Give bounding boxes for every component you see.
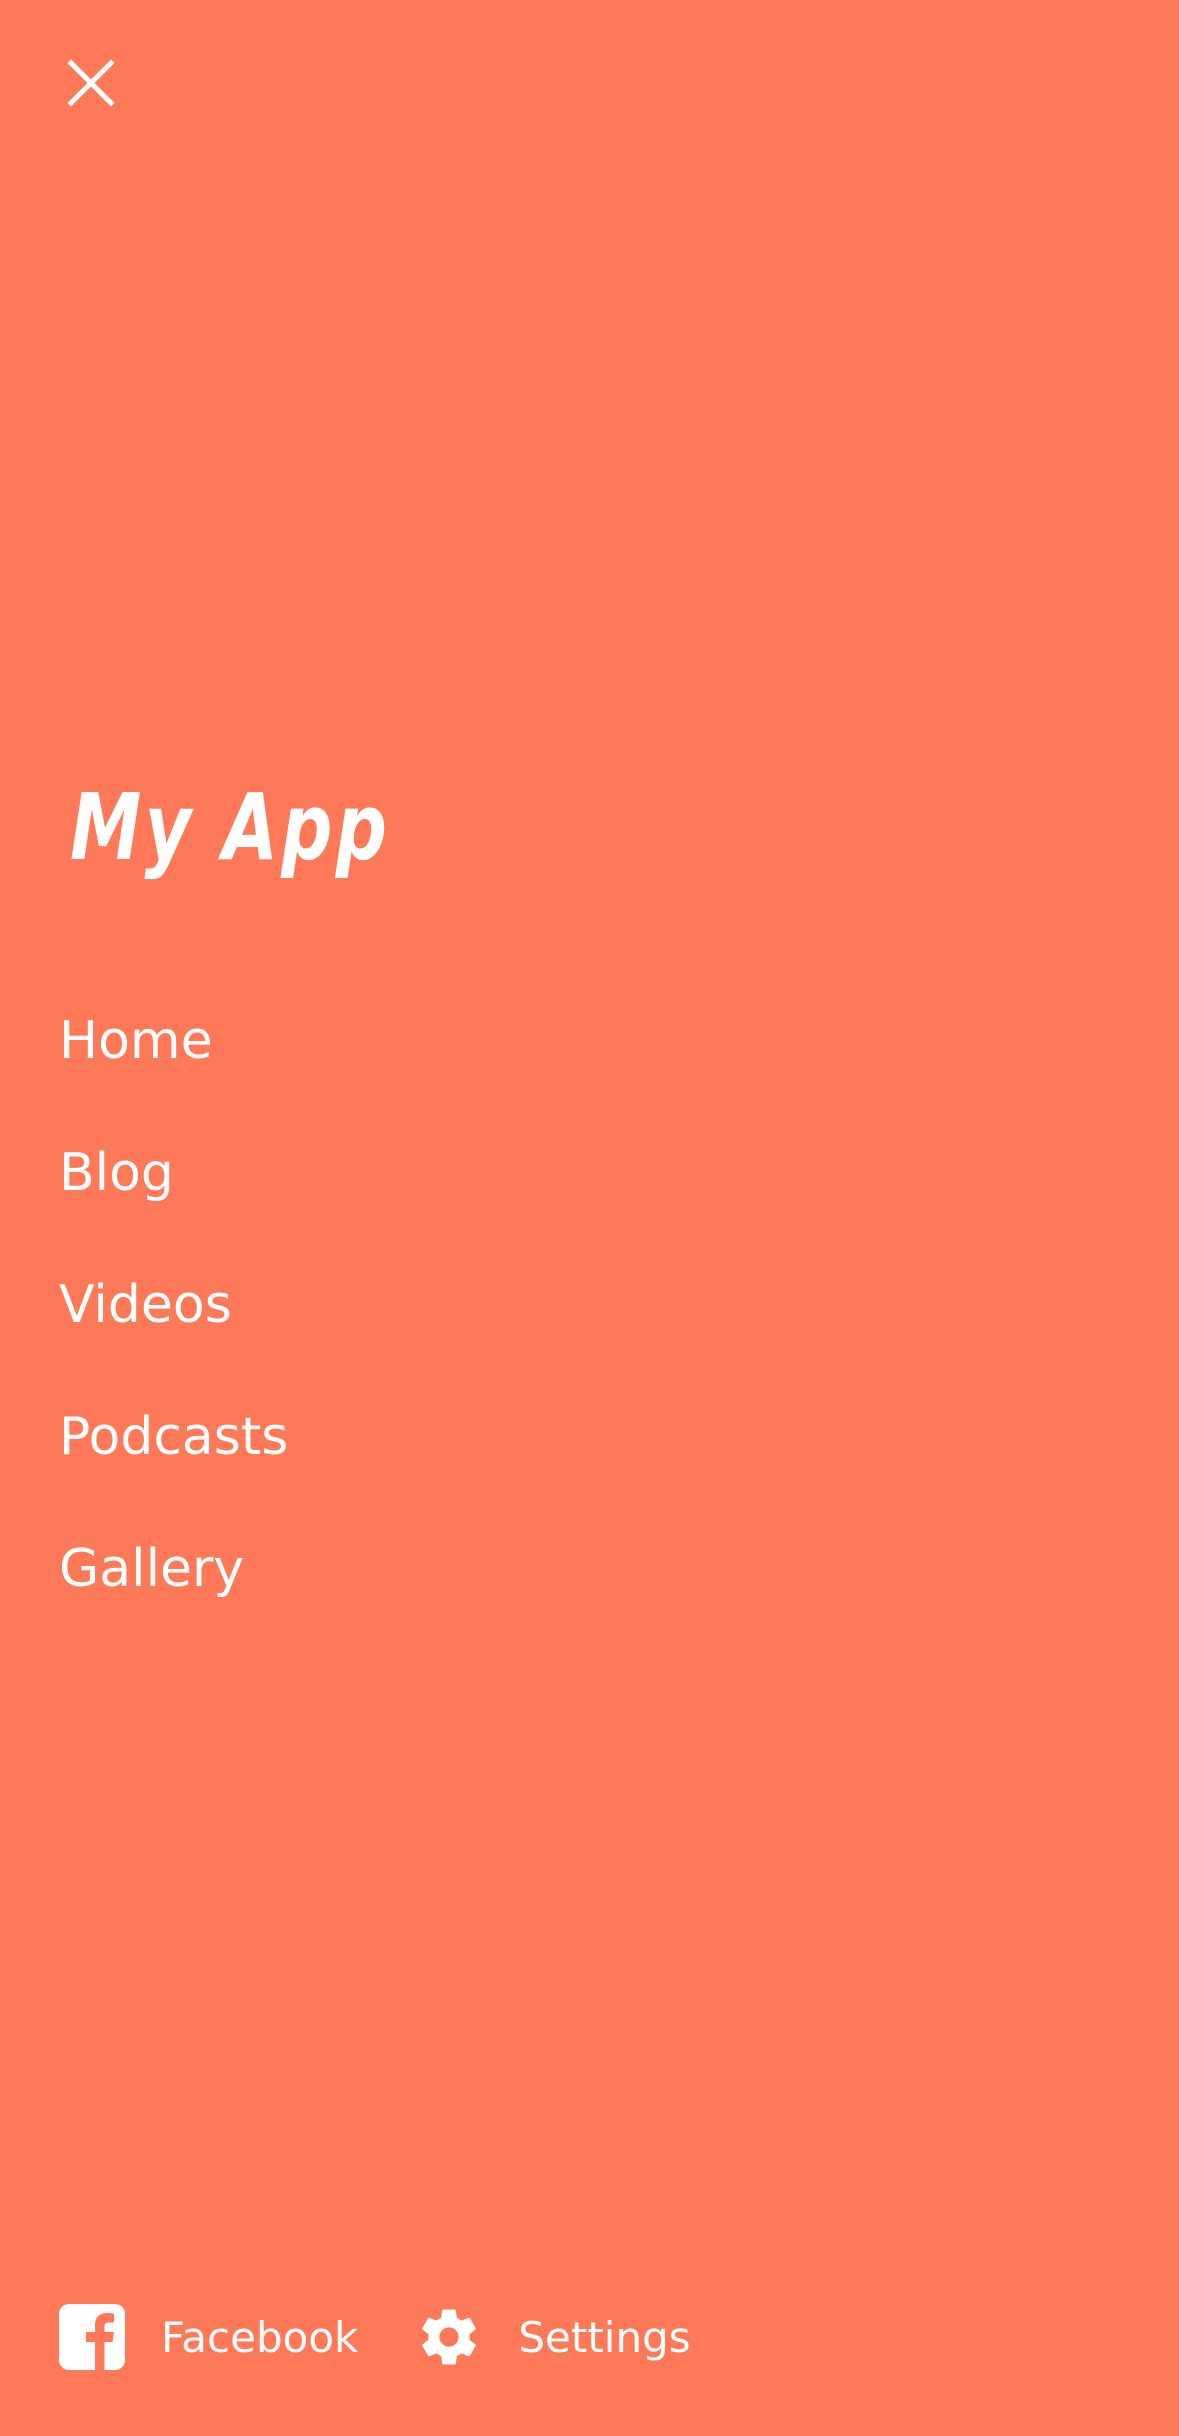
settings-label: Settings bbox=[518, 2312, 691, 2362]
drawer-footer: Facebook Settings bbox=[59, 2302, 749, 2372]
app-title: My App bbox=[70, 774, 391, 881]
app-logo: My App bbox=[70, 768, 480, 888]
nav-item-blog[interactable]: Blog bbox=[59, 1128, 759, 1260]
nav-item-videos[interactable]: Videos bbox=[59, 1260, 759, 1392]
nav-item-label: Gallery bbox=[59, 1539, 245, 1599]
facebook-label: Facebook bbox=[161, 2312, 359, 2362]
nav-item-label: Blog bbox=[59, 1143, 174, 1203]
settings-link[interactable]: Settings bbox=[416, 2304, 691, 2370]
close-button[interactable] bbox=[58, 50, 124, 116]
facebook-link[interactable]: Facebook bbox=[59, 2304, 358, 2370]
nav-item-podcasts[interactable]: Podcasts bbox=[59, 1392, 759, 1524]
facebook-icon bbox=[59, 2304, 125, 2370]
nav-item-home[interactable]: Home bbox=[59, 996, 759, 1128]
close-icon bbox=[67, 59, 115, 107]
nav-item-label: Podcasts bbox=[59, 1407, 289, 1467]
nav-menu: Home Blog Videos Podcasts Gallery bbox=[59, 996, 759, 1656]
nav-item-label: Videos bbox=[59, 1275, 232, 1335]
nav-item-label: Home bbox=[59, 1011, 213, 1071]
nav-item-gallery[interactable]: Gallery bbox=[59, 1524, 759, 1656]
gear-icon bbox=[416, 2304, 482, 2370]
